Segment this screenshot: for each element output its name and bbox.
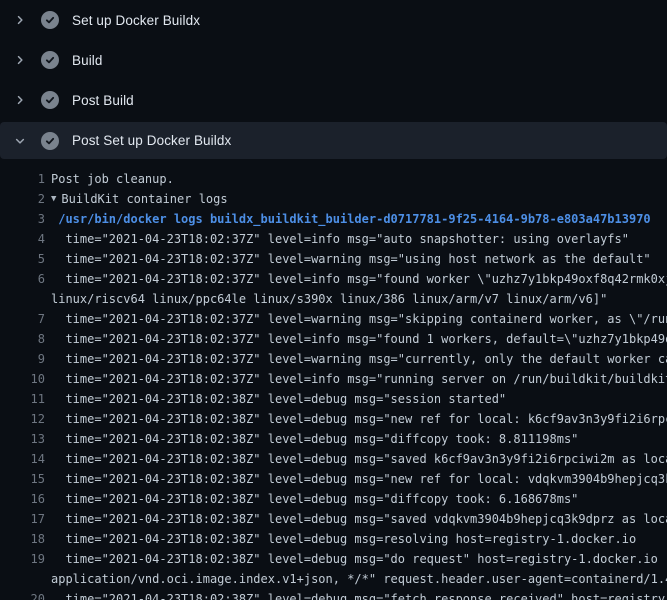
line-number[interactable]: 16 [0, 489, 45, 509]
disclosure-triangle-icon[interactable]: ▼ [45, 189, 56, 209]
step-label: Post Build [72, 93, 134, 108]
line-number[interactable]: 4 [0, 229, 45, 249]
log-text: time="2021-04-23T18:02:37Z" level=info m… [45, 269, 667, 289]
line-number[interactable] [0, 569, 45, 589]
log-line: 6 time="2021-04-23T18:02:37Z" level=info… [0, 269, 667, 289]
log-text: BuildKit container logs [56, 189, 227, 209]
log-text: /usr/bin/docker logs buildx_buildkit_bui… [45, 209, 651, 229]
check-circle-icon [41, 51, 59, 69]
log-line: 2 ▼ BuildKit container logs [0, 189, 667, 209]
steps-list: Set up Docker Buildx Build Post Build Po… [0, 0, 667, 159]
chevron-right-icon [14, 94, 26, 106]
line-number[interactable]: 20 [0, 589, 45, 600]
log-text: time="2021-04-23T18:02:38Z" level=debug … [45, 489, 578, 509]
log-line: 5 time="2021-04-23T18:02:37Z" level=warn… [0, 249, 667, 269]
log-text: time="2021-04-23T18:02:38Z" level=debug … [45, 549, 667, 569]
line-number[interactable]: 8 [0, 329, 45, 349]
log-text: time="2021-04-23T18:02:38Z" level=debug … [45, 509, 667, 529]
log-text: time="2021-04-23T18:02:38Z" level=debug … [45, 469, 667, 489]
log-text: linux/riscv64 linux/ppc64le linux/s390x … [45, 289, 607, 309]
log-line: linux/riscv64 linux/ppc64le linux/s390x … [0, 289, 667, 309]
line-number[interactable]: 17 [0, 509, 45, 529]
step-row-set-up-docker-buildx[interactable]: Set up Docker Buildx [0, 0, 667, 40]
log-line: 14 time="2021-04-23T18:02:38Z" level=deb… [0, 449, 667, 469]
log-line: 13 time="2021-04-23T18:02:38Z" level=deb… [0, 429, 667, 449]
log-text: time="2021-04-23T18:02:37Z" level=info m… [45, 369, 667, 389]
log-text: time="2021-04-23T18:02:37Z" level=info m… [45, 229, 629, 249]
log-line: 10 time="2021-04-23T18:02:37Z" level=inf… [0, 369, 667, 389]
log-line: 16 time="2021-04-23T18:02:38Z" level=deb… [0, 489, 667, 509]
log-line: 15 time="2021-04-23T18:02:38Z" level=deb… [0, 469, 667, 489]
log-line: 20 time="2021-04-23T18:02:38Z" level=deb… [0, 589, 667, 600]
log-line: 1 Post job cleanup. [0, 169, 667, 189]
line-number[interactable]: 13 [0, 429, 45, 449]
log-text: time="2021-04-23T18:02:38Z" level=debug … [45, 449, 667, 469]
step-row-build[interactable]: Build [0, 40, 667, 80]
chevron-right-icon [14, 54, 26, 66]
log-text: time="2021-04-23T18:02:38Z" level=debug … [45, 389, 506, 409]
line-number[interactable] [0, 289, 45, 309]
line-number[interactable]: 6 [0, 269, 45, 289]
log-text: time="2021-04-23T18:02:38Z" level=debug … [45, 429, 578, 449]
log-text: application/vnd.oci.image.index.v1+json,… [45, 569, 667, 589]
log-line: 4 time="2021-04-23T18:02:37Z" level=info… [0, 229, 667, 249]
log-line: 3 /usr/bin/docker logs buildx_buildkit_b… [0, 209, 667, 229]
line-number[interactable]: 3 [0, 209, 45, 229]
log-line: 17 time="2021-04-23T18:02:38Z" level=deb… [0, 509, 667, 529]
check-circle-icon [41, 132, 59, 150]
line-number[interactable]: 15 [0, 469, 45, 489]
step-label: Build [72, 53, 103, 68]
log-text: time="2021-04-23T18:02:37Z" level=warnin… [45, 349, 667, 369]
log-text: time="2021-04-23T18:02:37Z" level=info m… [45, 329, 667, 349]
actions-log-panel: Set up Docker Buildx Build Post Build Po… [0, 0, 667, 600]
line-number[interactable]: 14 [0, 449, 45, 469]
line-number[interactable]: 5 [0, 249, 45, 269]
log-line: 12 time="2021-04-23T18:02:38Z" level=deb… [0, 409, 667, 429]
log-text: time="2021-04-23T18:02:37Z" level=warnin… [45, 249, 651, 269]
step-label: Post Set up Docker Buildx [72, 133, 231, 148]
log-line: 8 time="2021-04-23T18:02:37Z" level=info… [0, 329, 667, 349]
line-number[interactable]: 11 [0, 389, 45, 409]
log-line: 7 time="2021-04-23T18:02:37Z" level=warn… [0, 309, 667, 329]
step-label: Set up Docker Buildx [72, 13, 200, 28]
log-text: time="2021-04-23T18:02:37Z" level=warnin… [45, 309, 667, 329]
log-line: 11 time="2021-04-23T18:02:38Z" level=deb… [0, 389, 667, 409]
step-row-post-build[interactable]: Post Build [0, 80, 667, 120]
line-number[interactable]: 7 [0, 309, 45, 329]
chevron-down-icon [14, 135, 26, 147]
line-number[interactable]: 10 [0, 369, 45, 389]
line-number[interactable]: 1 [0, 169, 45, 189]
log-line: application/vnd.oci.image.index.v1+json,… [0, 569, 667, 589]
line-number[interactable]: 12 [0, 409, 45, 429]
log-text: time="2021-04-23T18:02:38Z" level=debug … [45, 589, 667, 600]
check-circle-icon [41, 11, 59, 29]
log-text: time="2021-04-23T18:02:38Z" level=debug … [45, 409, 667, 429]
chevron-right-icon [14, 14, 26, 26]
line-number[interactable]: 2 [0, 189, 45, 209]
log-text: Post job cleanup. [45, 169, 174, 189]
line-number[interactable]: 18 [0, 529, 45, 549]
log-text: time="2021-04-23T18:02:38Z" level=debug … [45, 529, 636, 549]
log-line: 19 time="2021-04-23T18:02:38Z" level=deb… [0, 549, 667, 569]
step-row-post-set-up-docker-buildx[interactable]: Post Set up Docker Buildx [0, 122, 667, 159]
check-circle-icon [41, 91, 59, 109]
log-line: 18 time="2021-04-23T18:02:38Z" level=deb… [0, 529, 667, 549]
log-line: 9 time="2021-04-23T18:02:37Z" level=warn… [0, 349, 667, 369]
line-number[interactable]: 9 [0, 349, 45, 369]
log-viewer: 1 Post job cleanup. 2 ▼ BuildKit contain… [0, 160, 667, 600]
line-number[interactable]: 19 [0, 549, 45, 569]
